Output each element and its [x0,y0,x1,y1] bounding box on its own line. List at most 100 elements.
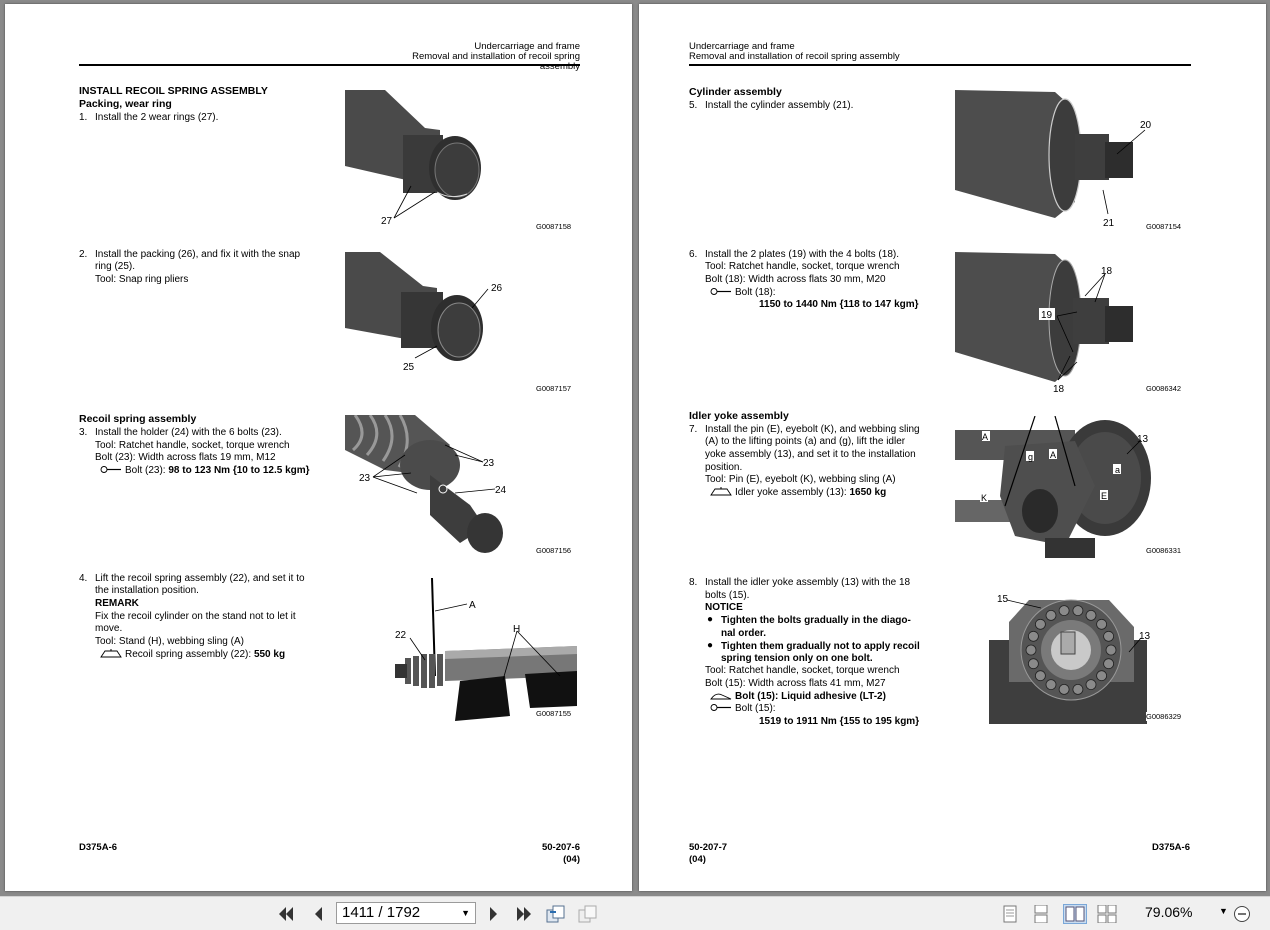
step-number: 1. [79,112,88,123]
page-header: Undercarriage and frame Removal and inst… [689,42,900,62]
bolt-15 [1058,684,1070,695]
continuous-facing-icon[interactable] [1097,904,1117,924]
continuous-icon[interactable] [1031,904,1051,924]
bolt-15 [1045,610,1057,621]
weight-label: Idler yoke assembly (13): [735,487,850,498]
callout-20: 20 [1140,120,1152,131]
tool-text: Tool: Ratchet handle, socket, torque wre… [95,440,290,451]
page-number-input[interactable]: 1411 / 1792 ▼ [336,902,476,924]
torque-wrench-icon [710,288,731,295]
callout-25: 25 [403,362,415,373]
torque-value: 1519 to 1911 Nm {155 to 195 kgm} [759,716,920,727]
step-text: Install the idler yoke assembly (13) wit… [705,577,911,588]
step-number: 3. [79,427,88,438]
last-page-icon[interactable] [514,904,534,924]
step-number: 7. [689,424,698,435]
subheading-packing: Packing, wear ring [79,98,172,110]
notice-label: NOTICE [705,602,743,613]
footer-page-code: 50-207-7 [689,842,728,853]
page-right: Undercarriage and frame Removal and inst… [639,4,1266,891]
bolt-15 [1103,630,1114,642]
callout-A: A [982,432,988,442]
torque-label: Bolt (18): [735,287,776,298]
bullet-icon: ● [707,614,714,625]
footer-page-number: 50-207-6 (04) [485,842,580,866]
page-header: Undercarriage and frame Removal and inst… [370,42,580,72]
callout-23: 23 [359,473,371,484]
tool-text: Tool: Ratchet handle, socket, torque wre… [705,665,900,676]
step-text: Install the 2 plates (19) with the 4 bol… [705,249,899,260]
header-line2: Removal and installation of recoil sprin… [412,51,580,72]
step-text: Install the packing (26), and fix it wit… [95,249,301,260]
callout-E: E [1101,491,1107,501]
step-text: yoke assembly (13), and set it to the in… [705,449,916,460]
figure-packing: 26 25 [345,252,575,384]
document-viewport[interactable]: Undercarriage and frame Removal and inst… [0,0,1270,896]
step-number: 5. [689,100,698,111]
callout-18: 18 [1053,384,1065,394]
figure-lift-spring: A 22 H [385,576,577,722]
chevron-down-icon[interactable]: ▼ [1219,906,1228,916]
weight-value: 550 kg [253,649,286,660]
callout-13: 13 [1137,434,1149,445]
bolt-15 [1103,658,1114,670]
section-title: INSTALL RECOIL SPRING ASSEMBLY [79,85,268,97]
subheading-cylinder: Cylinder assembly [689,86,782,98]
step-number: 6. [689,249,698,260]
next-page-icon[interactable] [484,904,504,924]
figure-code: G0087156 [536,546,572,555]
figure-code: G0086342 [1146,384,1182,393]
zoom-level[interactable]: 79.06% [1145,904,1192,920]
remark-label: REMARK [95,598,139,609]
weight-spec: Recoil spring assembly (22): 550 kg [100,649,285,662]
bolt-15 [1096,618,1107,630]
figure-plates: 18 19 18 [955,252,1185,394]
weight-value: 1650 kg [849,487,887,498]
viewer-toolbar: 1411 / 1792 ▼ 79.06% ▼ [0,896,1270,930]
callout-19: 19 [1041,310,1053,321]
callout-15: 15 [997,594,1009,605]
footer-page-code: 50-207-6 [541,842,580,853]
callout-K: K [981,493,987,503]
callout-13: 13 [1139,631,1151,642]
figure-idler-bolts: 15 13 [989,582,1189,724]
go-back-icon[interactable] [546,904,566,924]
figure-code: G0087154 [1146,222,1182,231]
step-text: bolts (15). [705,590,750,601]
weight-icon [710,487,732,496]
tool-text: Tool: Snap ring pliers [95,274,189,285]
first-page-icon[interactable] [276,904,296,924]
step-text: ring (25). [95,261,136,272]
bolt-15 [1085,679,1097,690]
callout-A: A [469,600,476,611]
callout-21: 21 [1103,218,1115,229]
bolt-15 [1028,658,1039,670]
step-number: 4. [79,573,88,584]
bolt-15 [1035,618,1046,630]
header-line2: Removal and installation of recoil sprin… [689,51,900,62]
zoom-out-icon[interactable] [1232,904,1252,924]
weight-spec: Idler yoke assembly (13): 1650 kg [710,487,886,500]
header-rule [689,64,1191,66]
callout-22: 22 [395,630,407,641]
figure-code: G0087158 [536,222,572,231]
remark-text: Fix the recoil cylinder on the stand not… [95,611,296,622]
torque-label: Bolt (23): [125,465,169,476]
bolt-15 [1096,670,1107,682]
figure-idler-yoke: A g A 13 a E K [955,416,1185,558]
figure-code: G0087155 [536,709,572,718]
callout-18: 18 [1101,266,1113,277]
footer-page-number: 50-207-7 (04) [689,842,727,866]
prev-page-icon[interactable] [308,904,328,924]
weight-label: Recoil spring assembly (22): [125,649,254,660]
bolt-15 [1072,605,1084,617]
notice-text: spring tension only on one bolt. [721,653,873,664]
remark-text: move. [95,623,123,634]
go-forward-icon[interactable] [578,904,598,924]
footer-revision: (04) [563,854,580,865]
single-page-icon[interactable] [1000,904,1020,924]
notice-text: Tighten the bolts gradually in the diago… [721,615,911,626]
chevron-down-icon[interactable]: ▼ [461,903,470,923]
bolt-spec: Bolt (15): Width across flats 41 mm, M27 [705,678,886,689]
facing-pages-icon[interactable] [1063,904,1087,924]
